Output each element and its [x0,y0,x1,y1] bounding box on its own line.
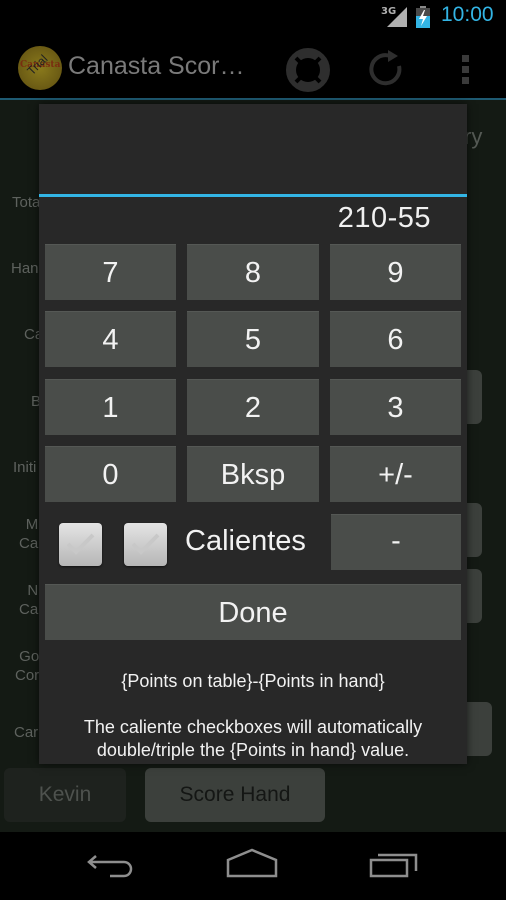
minus-button[interactable]: - [331,514,461,570]
dialog-title-divider [39,194,467,197]
key-4[interactable]: 4 [45,311,176,367]
clock: 10:00 [441,3,494,26]
key-6[interactable]: 6 [330,311,461,367]
key-9[interactable]: 9 [330,244,461,300]
help-note-line-1: The caliente checkboxes will automatical… [83,717,423,737]
key-3[interactable]: 3 [330,379,461,435]
help-formula: {Points on table}-{Points in hand} [121,671,385,691]
calientes-label: Calientes [185,525,306,557]
home-icon[interactable] [222,846,282,886]
key-8[interactable]: 8 [187,244,319,300]
recents-icon[interactable] [364,846,424,886]
label-hand: Han [11,260,39,277]
key-1[interactable]: 1 [45,379,176,435]
help-note-line-2: double/triple the {Points in hand} value… [96,740,410,760]
score-entry-dialog: 210-55 7 8 9 4 5 6 1 2 3 0 Bksp +/- Cali… [39,104,467,764]
overflow-menu-icon[interactable] [456,48,476,92]
score-hand-button: Score Hand [145,768,325,822]
navigation-bar [0,832,506,900]
key-0[interactable]: 0 [45,446,176,502]
backspace-button[interactable]: Bksp [187,446,319,502]
checkmark-icon [131,533,160,555]
label-natural-canasta: N Ca [19,582,39,618]
help-icon[interactable] [286,48,330,92]
battery-charging-icon [416,6,430,28]
label-mixed-canasta: M Ca [19,516,39,552]
help-note: The caliente checkboxes will automatical… [39,716,467,762]
done-button[interactable]: Done [45,584,461,640]
caliente-checkbox-1[interactable] [59,523,102,566]
key-7[interactable]: 7 [45,244,176,300]
trial-badge: Trial [24,51,51,79]
label-initial: Initi [13,459,37,476]
label-total: Tota [12,194,41,211]
app-title: Canasta Scor… [68,52,245,80]
checkmark-icon [66,533,95,555]
key-5[interactable]: 5 [187,311,319,367]
caliente-checkbox-2[interactable] [124,523,167,566]
app-logo[interactable]: Canasta Trial [18,46,62,90]
action-bar: Canasta Trial Canasta Scor… [0,36,506,100]
refresh-icon[interactable] [366,48,410,92]
score-display: 210-55 [337,202,431,234]
label-cards: Car [14,724,39,741]
back-icon[interactable] [82,846,142,886]
player-kevin-button: Kevin [4,768,126,822]
key-2[interactable]: 2 [187,379,319,435]
label-going-out: Go Cor [15,648,40,684]
status-bar: 3G 10:00 [0,0,506,36]
signal-icon [387,7,407,27]
dialog-title-area [39,104,467,195]
toggle-sign-button[interactable]: +/- [330,446,461,502]
